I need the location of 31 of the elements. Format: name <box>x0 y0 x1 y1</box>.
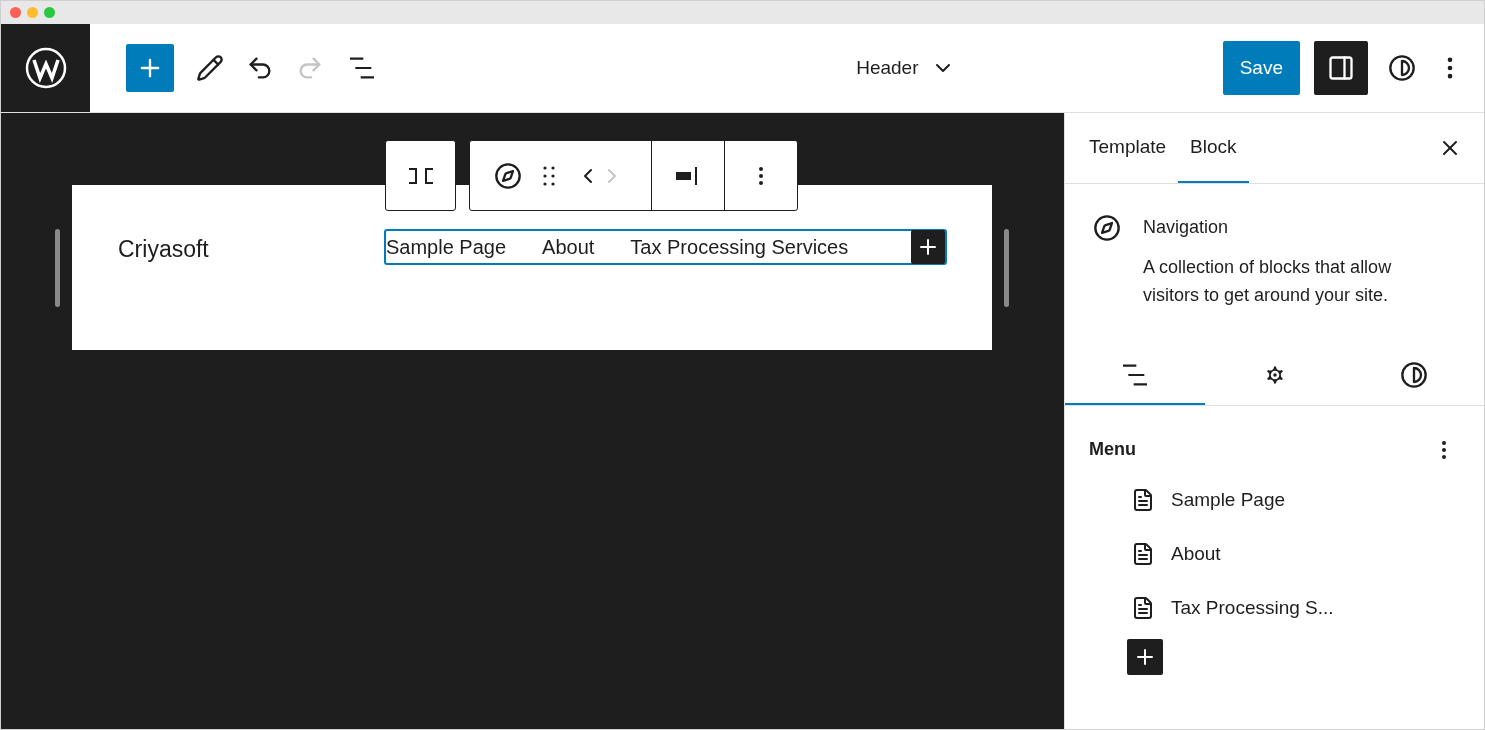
block-name: Navigation <box>1143 216 1230 239</box>
page-icon <box>1131 596 1155 620</box>
add-block-button[interactable] <box>126 44 174 92</box>
styles-icon[interactable] <box>1388 54 1416 82</box>
add-link-button[interactable] <box>911 230 945 264</box>
styles-icon <box>1400 361 1429 389</box>
menu-item[interactable]: Tax Processing S... <box>1171 593 1334 623</box>
menu-item[interactable]: About <box>1171 539 1221 569</box>
resize-handle[interactable] <box>1004 229 1009 307</box>
page-icon <box>1131 488 1155 512</box>
navigation-link[interactable]: Tax Processing Services <box>630 232 849 262</box>
navigation-link[interactable]: Sample Page <box>386 232 507 262</box>
menu-item[interactable]: Sample Page <box>1171 485 1286 515</box>
save-button[interactable]: Save <box>1222 41 1300 95</box>
transform-icon[interactable] <box>406 165 435 186</box>
page-icon <box>1131 542 1155 566</box>
compass-icon[interactable] <box>494 161 522 190</box>
block-description: A collection of blocks that allow visitors to get around your site. <box>1143 256 1393 307</box>
menu-heading: Menu <box>1089 438 1136 461</box>
navigation-link[interactable]: About <box>542 232 595 262</box>
site-title: Criyasoft <box>118 235 210 264</box>
sidebar-tab[interactable]: Block <box>1178 113 1249 183</box>
resize-handle[interactable] <box>55 229 60 307</box>
document-title-dropdown[interactable]: Header <box>856 53 955 83</box>
pencil-icon[interactable] <box>196 54 224 82</box>
settings-toggle-button[interactable] <box>1314 41 1368 95</box>
compass-icon <box>1093 214 1121 242</box>
logo-icon[interactable] <box>24 47 67 89</box>
sidebar-icon <box>1327 54 1355 82</box>
sidebar-tab[interactable]: Template <box>1077 113 1179 183</box>
add-menu-item-button[interactable] <box>1127 639 1163 675</box>
